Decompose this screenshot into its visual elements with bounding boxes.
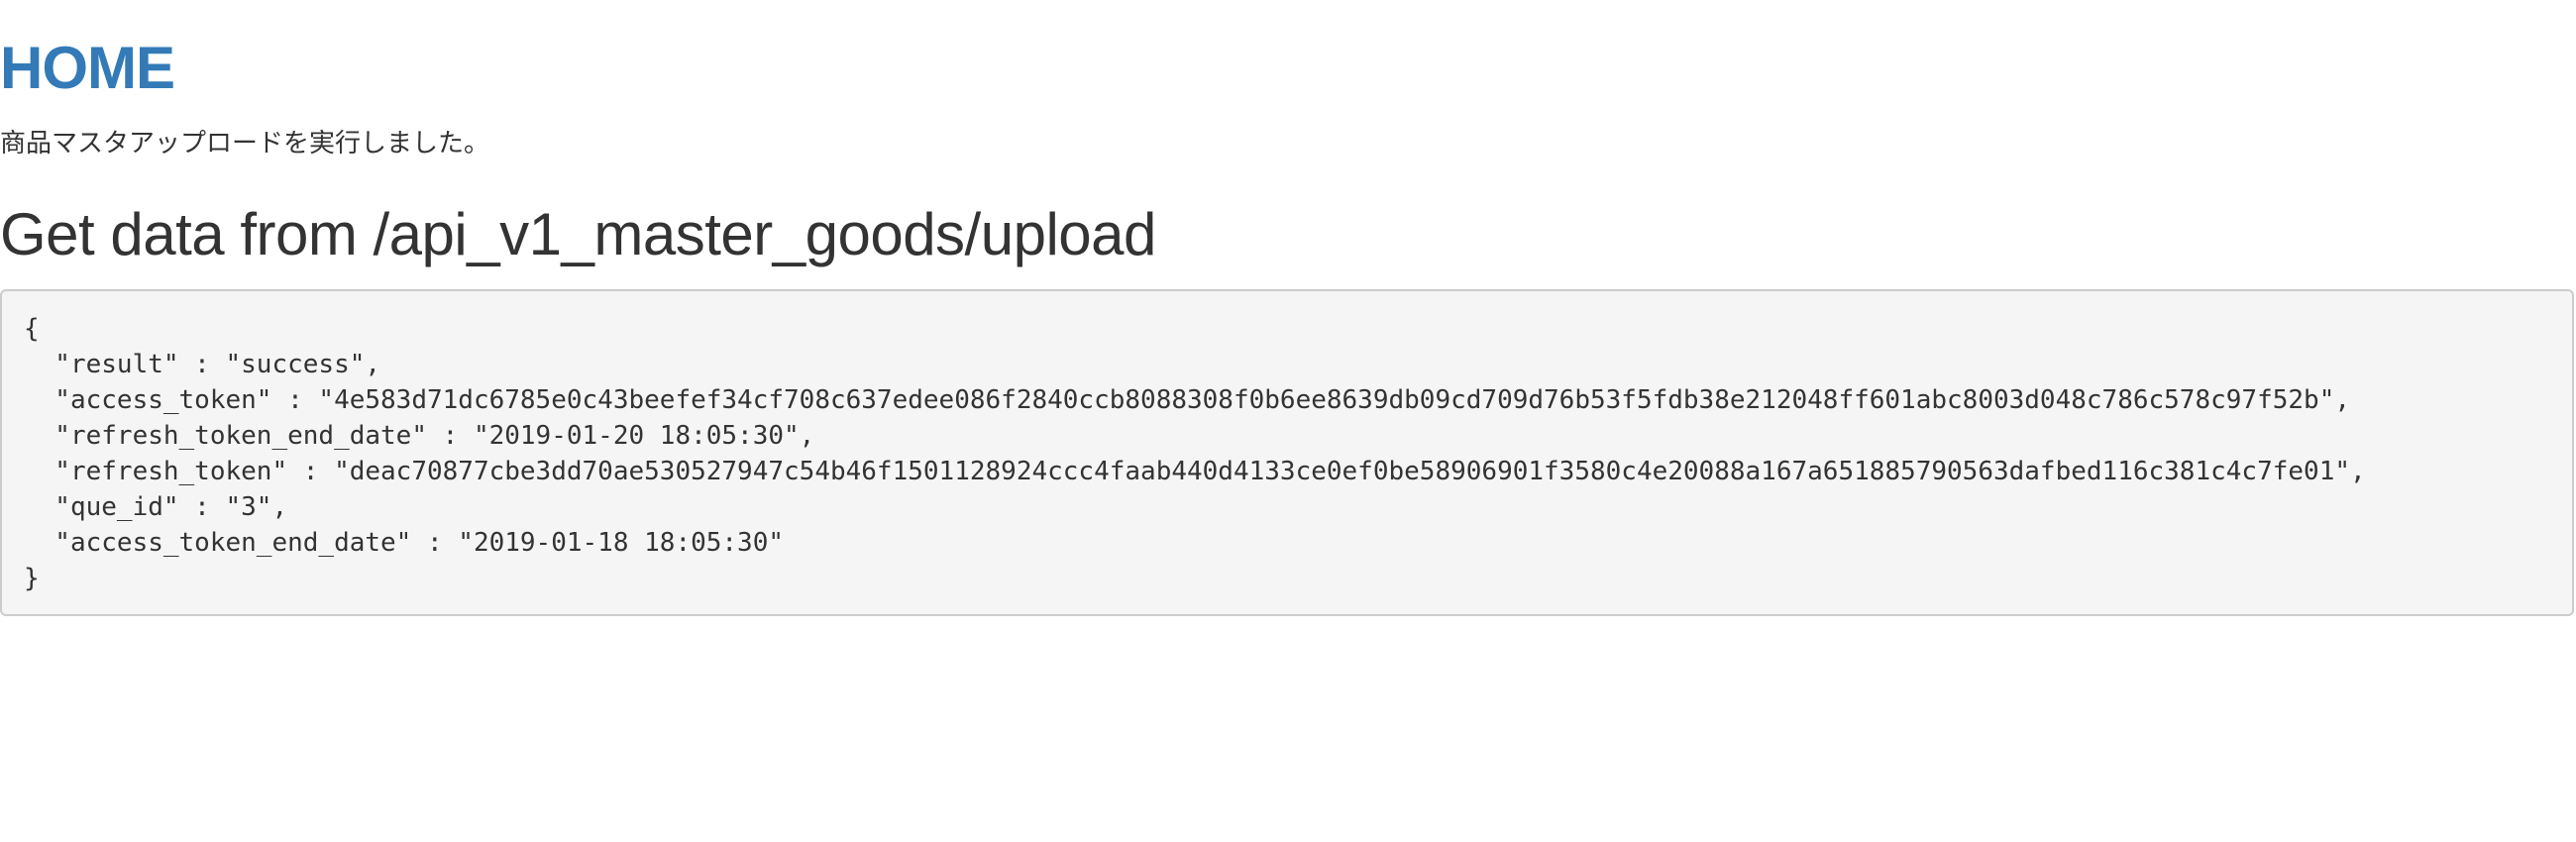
json-line-access-token-end-date: "access_token_end_date" : "2019-01-18 18…	[24, 528, 785, 558]
json-line-refresh-token-end-date: "refresh_token_end_date" : "2019-01-20 1…	[24, 421, 815, 451]
status-message: 商品マスタアップロードを実行しました。	[0, 129, 490, 158]
json-line-que-id: "que_id" : "3",	[24, 492, 288, 522]
api-endpoint-title: Get data from /api_v1_master_goods/uploa…	[0, 201, 1156, 267]
home-link[interactable]: HOME	[0, 34, 175, 103]
json-close-brace: }	[24, 564, 40, 593]
json-open-brace: {	[24, 314, 40, 344]
json-line-result: "result" : "success",	[24, 350, 381, 379]
json-line-refresh-token: "refresh_token" : "deac70877cbe3dd70ae53…	[24, 457, 2366, 486]
json-line-access-token: "access_token" : "4e583d71dc6785e0c43bee…	[24, 385, 2350, 415]
json-response-box: { "result" : "success", "access_token" :…	[0, 289, 2574, 616]
